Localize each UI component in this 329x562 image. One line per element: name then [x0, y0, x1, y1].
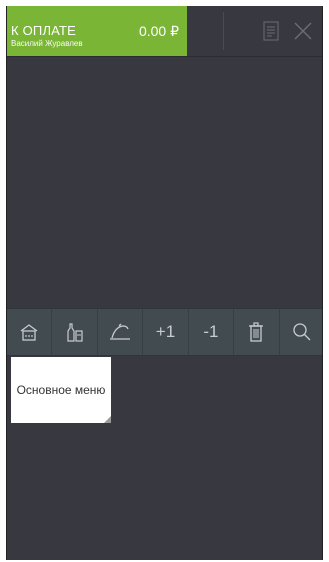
divider	[223, 12, 224, 50]
payment-label: К ОПЛАТЕ	[11, 23, 77, 38]
action-toolbar: +1 -1	[7, 308, 322, 356]
home-icon[interactable]	[7, 309, 53, 355]
top-bar: К ОПЛАТЕ Василий Журавлев 0.00 ₽	[7, 6, 322, 57]
minus-one-button[interactable]: -1	[189, 309, 235, 355]
plus-one-button[interactable]: +1	[143, 309, 189, 355]
payment-button[interactable]: К ОПЛАТЕ Василий Журавлев 0.00 ₽	[7, 6, 187, 56]
app-window: К ОПЛАТЕ Василий Журавлев 0.00 ₽ +1 -1 О…	[6, 6, 323, 560]
main-menu-tile[interactable]: Основное меню	[11, 357, 111, 423]
receipt-icon[interactable]	[257, 17, 285, 45]
close-icon[interactable]	[289, 17, 317, 45]
bottles-icon[interactable]	[52, 309, 98, 355]
main-menu-label: Основное меню	[16, 383, 106, 397]
search-icon[interactable]	[280, 309, 322, 355]
tile-corner-mark	[104, 416, 111, 423]
waiter-name: Василий Журавлев	[11, 39, 83, 48]
serving-dish-icon[interactable]	[98, 309, 144, 355]
trash-icon[interactable]	[234, 309, 280, 355]
payment-amount: 0.00 ₽	[138, 23, 179, 39]
